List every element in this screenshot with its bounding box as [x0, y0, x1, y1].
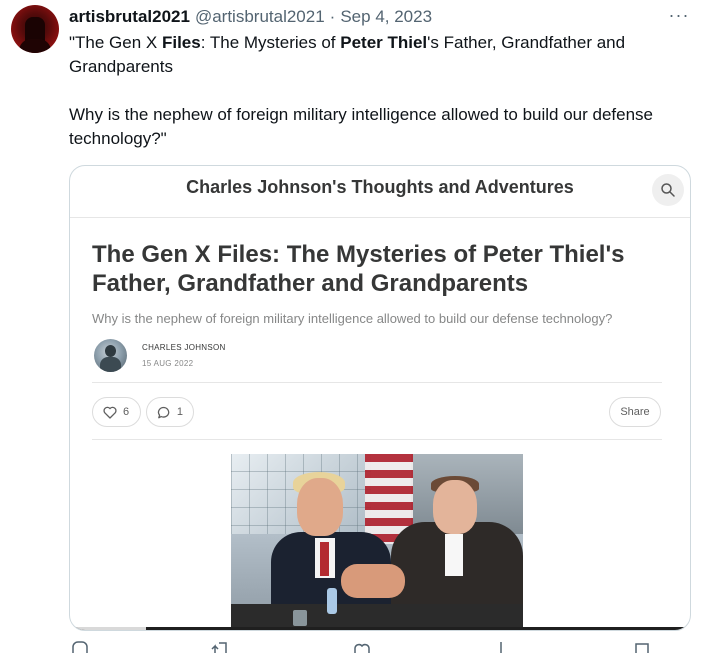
divider: [92, 439, 662, 440]
tweet-text-line2: Why is the nephew of foreign military in…: [69, 105, 653, 148]
tweet-text-line1: "The Gen X Files: The Mysteries of Peter…: [69, 31, 689, 79]
tweet-text-bold: Files: [161, 33, 201, 52]
card-divider: [70, 217, 690, 218]
author-name[interactable]: CHARLES JOHNSON: [142, 343, 226, 352]
comment-button[interactable]: 1: [146, 397, 194, 427]
search-icon: [661, 183, 675, 197]
post-date: 15 AUG 2022: [142, 359, 194, 368]
user-handle[interactable]: @artisbrutal2021: [195, 7, 325, 27]
views-icon[interactable]: [491, 640, 511, 653]
tweet-text-part: "The Gen X: [69, 33, 162, 52]
divider: [92, 382, 662, 383]
tweet-text: "The Gen X Files: The Mysteries of Peter…: [69, 31, 689, 151]
heart-icon: [103, 406, 117, 419]
scroll-thumb[interactable]: [70, 627, 146, 630]
article-image[interactable]: [231, 454, 523, 630]
display-name[interactable]: artisbrutal2021: [69, 7, 190, 27]
tweet-date[interactable]: Sep 4, 2023: [340, 7, 432, 27]
link-preview-card[interactable]: Charles Johnson's Thoughts and Adventure…: [69, 165, 691, 631]
comment-count: 1: [176, 406, 183, 418]
author-avatar[interactable]: [94, 339, 127, 372]
post-title[interactable]: The Gen X Files: The Mysteries of Peter …: [92, 240, 672, 298]
post-subtitle: Why is the nephew of foreign military in…: [92, 311, 613, 326]
like-button[interactable]: 6: [92, 397, 141, 427]
blog-title[interactable]: Charles Johnson's Thoughts and Adventure…: [70, 177, 690, 198]
like-icon[interactable]: [352, 640, 372, 653]
tweet-actions: [69, 640, 689, 653]
reply-icon[interactable]: [69, 640, 89, 653]
user-avatar[interactable]: [11, 5, 59, 53]
tweet-header: artisbrutal2021 @artisbrutal2021 · Sep 4…: [69, 6, 432, 28]
share-button[interactable]: Share: [609, 397, 661, 427]
scroll-track[interactable]: [70, 627, 690, 630]
separator-dot: ·: [329, 7, 336, 26]
comment-bubble-icon: [157, 406, 170, 418]
tweet[interactable]: artisbrutal2021 @artisbrutal2021 · Sep 4…: [0, 0, 725, 653]
retweet-icon[interactable]: [211, 640, 231, 653]
more-options-icon[interactable]: ···: [668, 4, 690, 26]
tweet-text-part: : The Mysteries of: [200, 33, 341, 52]
search-button[interactable]: [652, 174, 684, 206]
tweet-text-bold: Peter Thiel: [340, 33, 428, 52]
like-count: 6: [123, 406, 130, 418]
share-icon[interactable]: [632, 640, 652, 653]
